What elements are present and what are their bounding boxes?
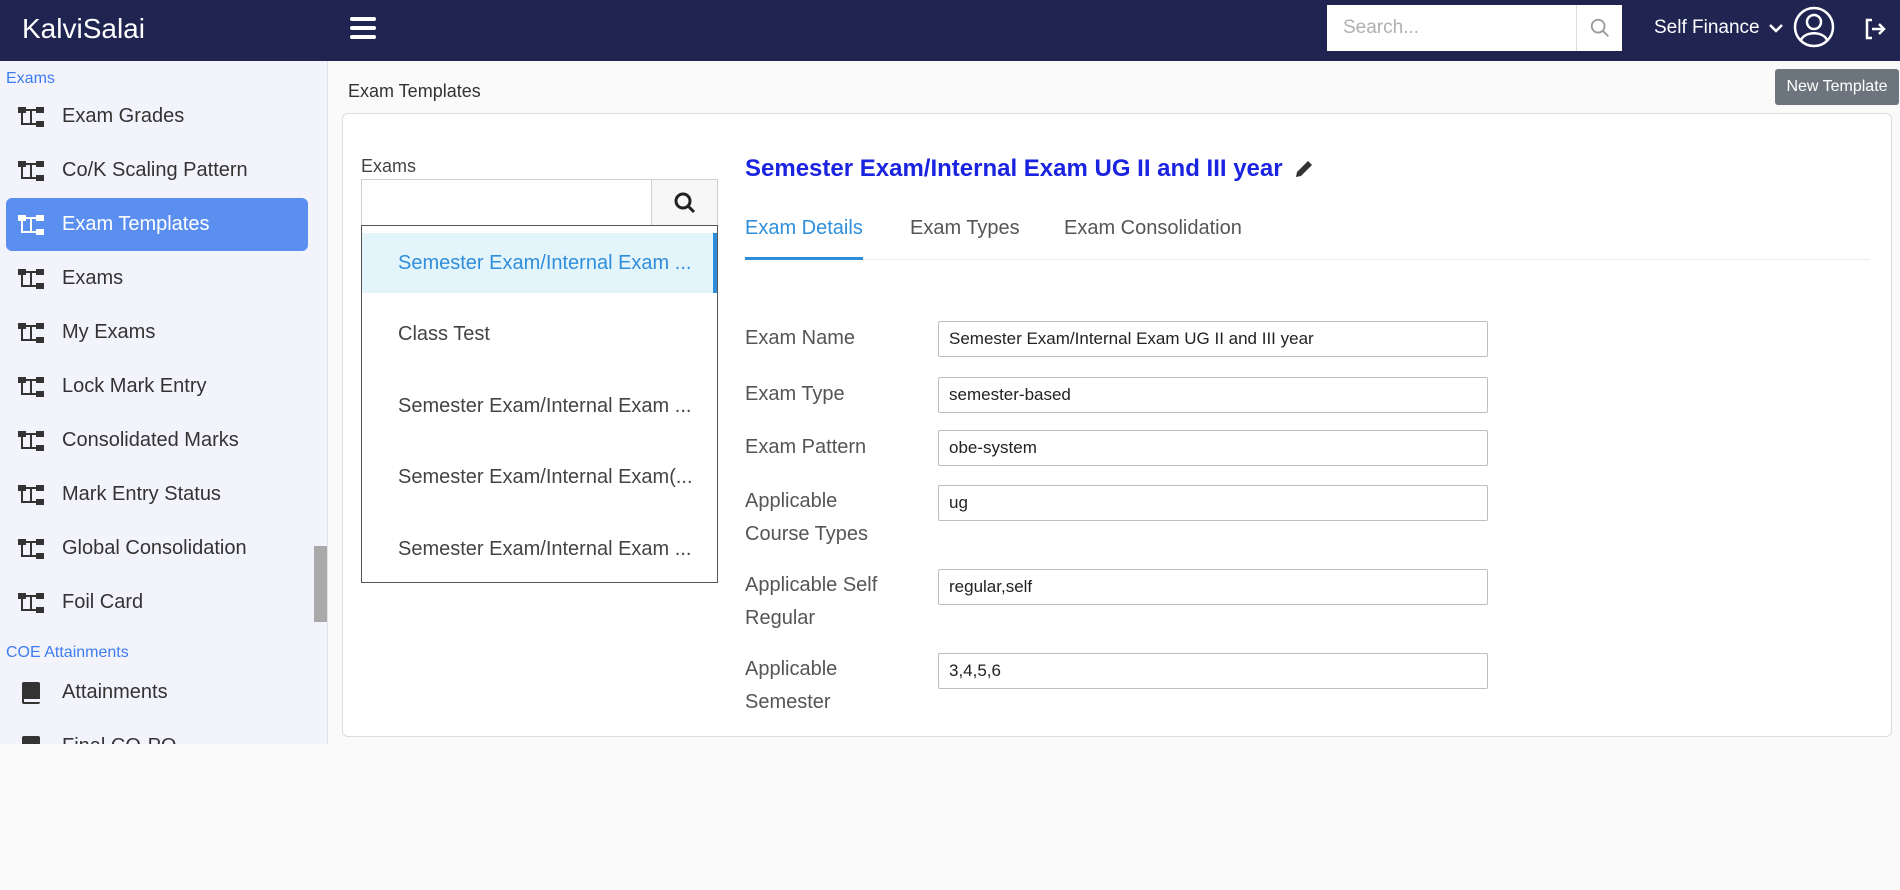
exam-pattern-field[interactable]	[938, 430, 1488, 466]
sidebar-item-exam-grades[interactable]: Exam Grades	[6, 90, 308, 143]
exam-list-item[interactable]: Semester Exam/Internal Exam ...	[362, 233, 717, 293]
course-types-label: Applicable Course Types	[745, 490, 869, 545]
top-navbar: KalviSalai Self Finance	[0, 0, 1900, 61]
hierarchy-icon	[16, 212, 46, 238]
sidebar-item-mark-entry-status[interactable]: Mark Entry Status	[6, 468, 308, 521]
hierarchy-icon	[16, 158, 46, 184]
page-footer-area	[0, 744, 1900, 890]
exam-list: Semester Exam/Internal Exam ... Class Te…	[361, 225, 718, 583]
sidebar: Exams Exam Grades Co/K Scaling Pattern E…	[0, 61, 328, 744]
global-search-input[interactable]	[1327, 5, 1576, 51]
semester-field[interactable]	[938, 653, 1488, 689]
hierarchy-icon	[16, 590, 46, 616]
exams-list-label: Exams	[361, 156, 417, 176]
exam-search-input[interactable]	[362, 180, 651, 225]
sidebar-section-coe-attainments: COE Attainments	[6, 644, 129, 661]
sidebar-item-attainments[interactable]: Attainments	[6, 666, 308, 719]
user-avatar-icon[interactable]	[1793, 6, 1835, 48]
exam-template-title: Semester Exam/Internal Exam UG II and II…	[745, 155, 1283, 182]
book-icon	[16, 680, 46, 706]
search-icon	[674, 192, 695, 213]
sidebar-item-foil-card[interactable]: Foil Card	[6, 576, 308, 629]
detail-title-row: Semester Exam/Internal Exam UG II and II…	[745, 155, 1315, 183]
search-icon	[1590, 18, 1609, 37]
exam-name-label: Exam Name	[745, 327, 856, 349]
sidebar-item-my-exams[interactable]: My Exams	[6, 306, 308, 359]
tab-exam-details[interactable]: Exam Details	[745, 210, 863, 260]
tab-exam-consolidation[interactable]: Exam Consolidation	[1064, 210, 1242, 260]
self-regular-field[interactable]	[938, 569, 1488, 605]
global-search	[1327, 5, 1622, 51]
detail-tabs: Exam Details Exam Types Exam Consolidati…	[745, 210, 1870, 260]
self-regular-label: Applicable Self Regular	[745, 574, 878, 629]
hierarchy-icon	[16, 536, 46, 562]
course-types-field[interactable]	[938, 485, 1488, 521]
sidebar-item-scaling-pattern[interactable]: Co/K Scaling Pattern	[6, 144, 308, 197]
logout-icon[interactable]	[1862, 16, 1888, 42]
hierarchy-icon	[16, 428, 46, 454]
sidebar-item-exam-templates[interactable]: Exam Templates	[6, 198, 308, 251]
exam-name-field[interactable]	[938, 321, 1488, 357]
sidebar-item-lock-mark-entry[interactable]: Lock Mark Entry	[6, 360, 308, 413]
exam-list-item[interactable]: Semester Exam/Internal Exam ...	[362, 519, 717, 579]
semester-label: Applicable Semester	[745, 658, 838, 713]
exam-search	[361, 179, 718, 225]
book-icon	[16, 734, 46, 744]
hierarchy-icon	[16, 266, 46, 292]
menu-toggle-icon[interactable]	[350, 17, 376, 39]
exam-type-label: Exam Type	[745, 383, 845, 405]
app-brand[interactable]: KalviSalai	[22, 0, 145, 61]
sidebar-item-exams[interactable]: Exams	[6, 252, 308, 305]
exam-search-button[interactable]	[651, 180, 717, 225]
hierarchy-icon	[16, 104, 46, 130]
chevron-down-icon	[1768, 24, 1783, 33]
tab-exam-types[interactable]: Exam Types	[910, 210, 1020, 260]
exam-pattern-label: Exam Pattern	[745, 436, 867, 458]
search-button[interactable]	[1576, 5, 1622, 51]
hierarchy-icon	[16, 374, 46, 400]
sidebar-item-final-co-po[interactable]: Final CO-PO	[6, 720, 308, 744]
exam-list-item[interactable]: Semester Exam/Internal Exam ...	[362, 376, 717, 436]
exam-list-item[interactable]: Class Test	[362, 304, 717, 364]
sidebar-section-exams: Exams	[6, 70, 55, 87]
sidebar-item-consolidated-marks[interactable]: Consolidated Marks	[6, 414, 308, 467]
org-selector-label: Self Finance	[1654, 17, 1760, 38]
exam-list-item[interactable]: Semester Exam/Internal Exam(...	[362, 447, 717, 507]
exam-type-field[interactable]	[938, 377, 1488, 413]
new-template-button[interactable]: New Template	[1775, 69, 1899, 105]
org-selector[interactable]: Self Finance	[1654, 0, 1784, 56]
pencil-icon[interactable]	[1293, 158, 1315, 180]
hierarchy-icon	[16, 320, 46, 346]
sidebar-scrollbar[interactable]	[314, 546, 327, 622]
page-title: Exam Templates	[348, 81, 481, 101]
sidebar-item-global-consolidation[interactable]: Global Consolidation	[6, 522, 308, 575]
hierarchy-icon	[16, 482, 46, 508]
